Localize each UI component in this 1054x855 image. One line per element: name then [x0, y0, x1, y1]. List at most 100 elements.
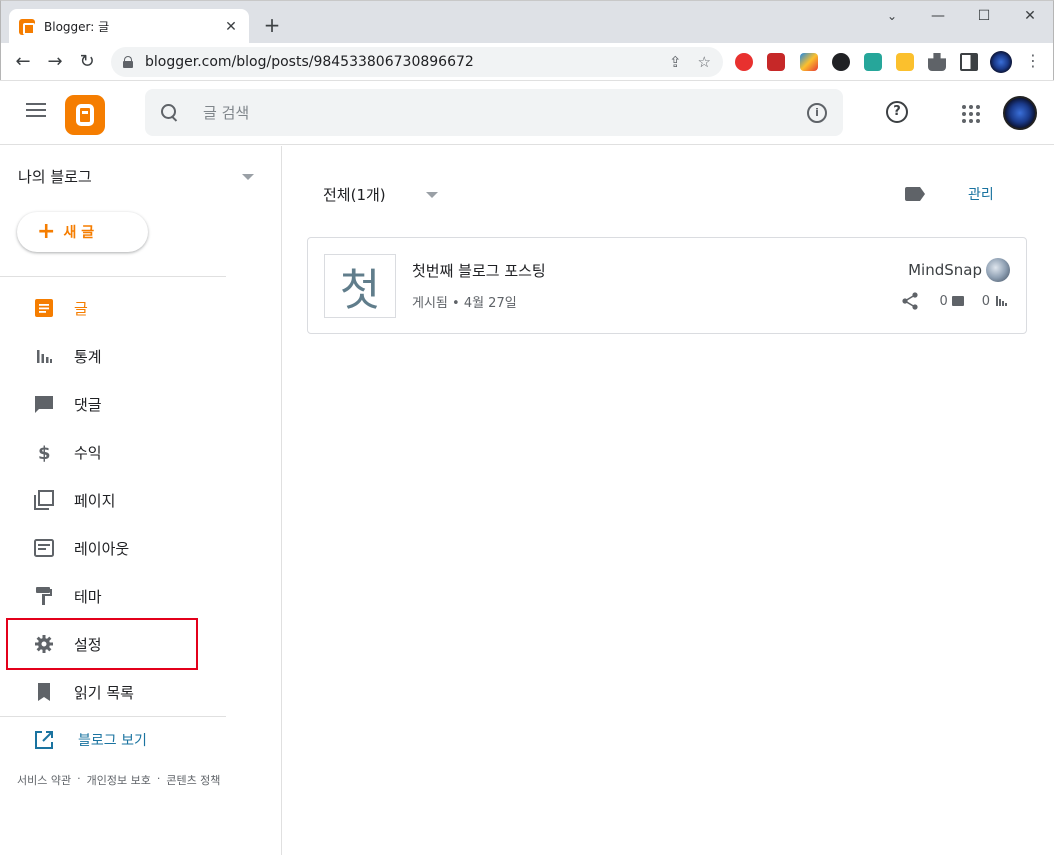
privacy-link[interactable]: 개인정보 보호 [87, 772, 151, 788]
sidebar-item-label: 수익 [74, 443, 102, 462]
search-icon[interactable] [161, 103, 179, 122]
tab-close-icon[interactable]: ✕ [223, 19, 239, 35]
sidebar-item-label: 글 [74, 299, 88, 318]
posts-icon [34, 298, 54, 318]
extension-colorful-icon[interactable] [800, 53, 818, 71]
sidebar: 나의 블로그 + 새 글 글 통계 댓글 $ 수익 페이지 레이아웃 테마 설정… [0, 146, 282, 855]
plus-icon: + [37, 219, 56, 244]
lock-icon[interactable] [123, 56, 133, 68]
sidebar-item-theme[interactable]: 테마 [0, 576, 226, 616]
blogger-favicon-icon [19, 18, 35, 35]
search-input[interactable] [203, 103, 807, 122]
tab-title: Blogger: 글 [44, 20, 110, 34]
info-icon[interactable]: i [807, 102, 827, 123]
address-bar[interactable]: blogger.com/blog/posts/98453380673089667… [111, 47, 723, 77]
browser-menu-icon[interactable]: ⋮ [1025, 51, 1041, 70]
separator: · [156, 772, 161, 785]
google-apps-icon[interactable] [962, 105, 980, 123]
post-filter-dropdown[interactable]: 전체(1개) [323, 184, 438, 205]
blog-name: 나의 블로그 [18, 168, 92, 186]
sidebar-item-earnings[interactable]: $ 수익 [0, 432, 226, 472]
stats-icon [34, 346, 54, 366]
author-avatar [986, 258, 1010, 282]
post-author: MindSnap [908, 258, 1010, 282]
hamburger-menu-icon[interactable] [26, 103, 46, 119]
content-policy-link[interactable]: 콘텐츠 정책 [166, 772, 220, 788]
comment-icon [951, 296, 964, 306]
post-meta: 게시됨 • 4월 27일 [412, 296, 517, 311]
extension-adblock-icon[interactable] [735, 53, 753, 71]
new-post-label: 새 글 [63, 225, 95, 241]
share-page-icon[interactable]: ⇪ [669, 53, 682, 71]
svg-text:$: $ [38, 443, 51, 462]
separator: · [77, 772, 81, 785]
sidebar-item-label: 댓글 [74, 395, 102, 414]
sidebar-item-label: 레이아웃 [74, 539, 130, 558]
blogger-logo[interactable] [65, 95, 105, 135]
theme-icon [34, 586, 54, 606]
post-card[interactable]: 첫 첫번째 블로그 포스팅 게시됨 • 4월 27일 MindSnap 0 0 [307, 237, 1027, 334]
external-link-icon [34, 730, 54, 750]
forward-button[interactable]: → [43, 50, 67, 74]
dropdown-caret-icon [425, 191, 438, 198]
author-name: MindSnap [908, 261, 982, 279]
views-bars-icon [996, 296, 1008, 306]
extension-red-icon[interactable] [767, 53, 785, 71]
post-title[interactable]: 첫번째 블로그 포스팅 [412, 260, 546, 281]
terms-link[interactable]: 서비스 약관 [17, 772, 71, 788]
extension-gpt-icon[interactable] [832, 53, 850, 71]
close-window-button[interactable]: ✕ [1007, 5, 1053, 27]
sidebar-item-label: 페이지 [74, 491, 116, 510]
side-panel-icon[interactable] [960, 53, 978, 71]
sidebar-item-layout[interactable]: 레이아웃 [0, 528, 226, 568]
pages-icon [34, 490, 54, 510]
browser-tab-bar: Blogger: 글 ✕ + ⌄ — ☐ ✕ [0, 0, 1054, 44]
maximize-button[interactable]: ☐ [961, 5, 1007, 27]
browser-toolbar: ← → ↻ blogger.com/blog/posts/98453380673… [0, 43, 1054, 80]
window-chevron-down-icon[interactable]: ⌄ [869, 5, 915, 27]
reading-list-icon [34, 682, 54, 702]
share-icon[interactable] [901, 292, 919, 310]
view-count: 0 [981, 293, 990, 309]
label-tag-icon[interactable] [905, 187, 925, 201]
url-text[interactable]: blogger.com/blog/posts/98453380673089667… [145, 54, 653, 70]
back-button[interactable]: ← [11, 50, 35, 74]
sidebar-item-label: 테마 [74, 587, 102, 606]
blog-selector[interactable]: 나의 블로그 [18, 166, 254, 187]
profile-avatar-icon[interactable] [990, 51, 1012, 73]
blogger-header: i ? [0, 80, 1054, 145]
minimize-button[interactable]: — [915, 5, 961, 27]
layout-icon [34, 538, 54, 558]
account-avatar[interactable] [1003, 96, 1037, 130]
filter-label: 전체(1개) [323, 186, 386, 204]
view-blog-label: 블로그 보기 [78, 733, 147, 749]
extensions-puzzle-icon[interactable] [928, 53, 946, 71]
sidebar-item-stats[interactable]: 통계 [0, 336, 226, 376]
dropdown-caret-icon [242, 173, 254, 180]
sidebar-item-label: 읽기 목록 [74, 683, 134, 702]
view-blog-link[interactable]: 블로그 보기 [34, 730, 147, 750]
bookmark-star-icon[interactable]: ☆ [698, 53, 711, 71]
sidebar-item-pages[interactable]: 페이지 [0, 480, 226, 520]
comment-count: 0 [939, 293, 948, 309]
sidebar-item-label: 통계 [74, 347, 102, 366]
earnings-icon: $ [34, 442, 54, 464]
highlight-box [6, 618, 198, 670]
post-thumbnail: 첫 [324, 254, 396, 318]
help-icon[interactable]: ? [886, 101, 908, 123]
divider [0, 716, 226, 717]
sidebar-item-reading-list[interactable]: 읽기 목록 [0, 672, 226, 712]
reload-button[interactable]: ↻ [75, 50, 99, 74]
new-tab-button[interactable]: + [261, 13, 283, 37]
extension-teal-icon[interactable] [864, 53, 882, 71]
new-post-button[interactable]: + 새 글 [17, 212, 148, 252]
footer-links: 서비스 약관 · 개인정보 보호 · 콘텐츠 정책 [17, 772, 220, 788]
sidebar-item-comments[interactable]: 댓글 [0, 384, 226, 424]
browser-tab[interactable]: Blogger: 글 ✕ [9, 9, 249, 44]
comments-icon [34, 394, 54, 414]
sidebar-item-posts[interactable]: 글 [0, 288, 226, 328]
manage-link[interactable]: 관리 [968, 184, 994, 204]
search-bar: i [145, 89, 843, 136]
extension-yellow-icon[interactable] [896, 53, 914, 71]
divider [0, 276, 226, 277]
